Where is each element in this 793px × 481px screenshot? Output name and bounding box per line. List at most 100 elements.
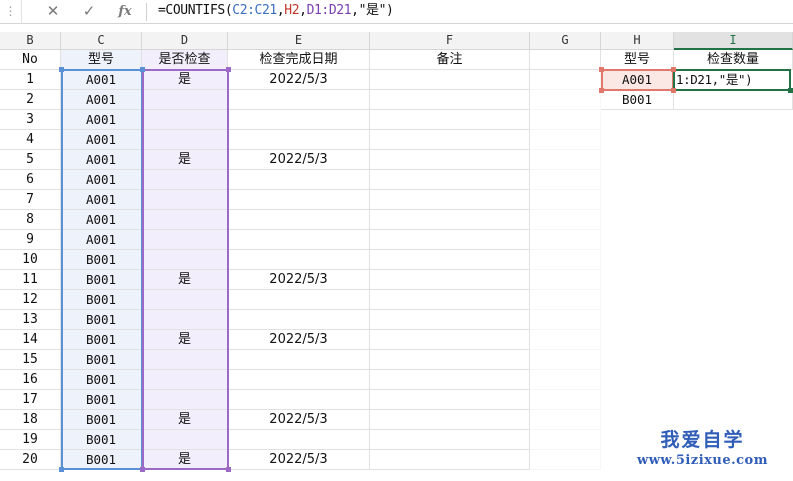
model-cell[interactable]: B001 (61, 450, 142, 470)
date-cell[interactable] (228, 230, 370, 250)
date-cell[interactable] (228, 130, 370, 150)
date-cell[interactable] (228, 370, 370, 390)
remark-cell[interactable] (370, 290, 530, 310)
model-cell[interactable]: B001 (61, 390, 142, 410)
row-number-cell[interactable]: 20 (0, 450, 61, 470)
grid-cell[interactable] (530, 110, 601, 130)
date-cell[interactable] (228, 190, 370, 210)
date-cell[interactable] (228, 170, 370, 190)
row-number-cell[interactable]: 12 (0, 290, 61, 310)
model-cell[interactable]: B001 (61, 310, 142, 330)
grid-cell[interactable] (530, 130, 601, 150)
remark-cell[interactable] (370, 130, 530, 150)
remark-cell[interactable] (370, 410, 530, 430)
range-handle[interactable] (671, 67, 676, 72)
header-cell[interactable]: 检查完成日期 (228, 50, 370, 70)
checked-cell[interactable] (142, 210, 228, 230)
column-header-b[interactable]: B (0, 32, 61, 50)
grid-cell[interactable] (530, 410, 601, 430)
remark-cell[interactable] (370, 390, 530, 410)
checked-cell[interactable] (142, 230, 228, 250)
range-handle[interactable] (226, 67, 231, 72)
checked-cell[interactable] (142, 310, 228, 330)
fill-handle[interactable] (788, 88, 793, 93)
date-cell[interactable] (228, 350, 370, 370)
row-number-cell[interactable]: 10 (0, 250, 61, 270)
model-cell[interactable]: A001 (61, 70, 142, 90)
remark-cell[interactable] (370, 330, 530, 350)
row-number-cell[interactable]: 6 (0, 170, 61, 190)
date-cell[interactable]: 2022/5/3 (228, 450, 370, 470)
grid-cell[interactable] (530, 350, 601, 370)
range-handle[interactable] (226, 467, 231, 472)
active-cell-editor[interactable]: 1:D21,"是") (675, 71, 789, 89)
model-cell[interactable]: B001 (61, 350, 142, 370)
row-number-cell[interactable]: 17 (0, 390, 61, 410)
enter-check-icon[interactable]: ✓ (72, 0, 106, 24)
remark-cell[interactable] (370, 230, 530, 250)
row-number-cell[interactable]: 7 (0, 190, 61, 210)
date-cell[interactable] (228, 210, 370, 230)
checked-cell[interactable]: 是 (142, 270, 228, 290)
model-cell[interactable]: B001 (61, 330, 142, 350)
checked-cell[interactable]: 是 (142, 330, 228, 350)
date-cell[interactable] (228, 250, 370, 270)
formula-input[interactable]: =COUNTIFS(C2:C21,H2,D1:D21,"是") (158, 0, 394, 24)
grid-cell[interactable] (530, 430, 601, 450)
checked-cell[interactable]: 是 (142, 150, 228, 170)
row-number-cell[interactable]: 15 (0, 350, 61, 370)
model-cell[interactable]: B001 (61, 430, 142, 450)
remark-cell[interactable] (370, 170, 530, 190)
range-handle[interactable] (59, 467, 64, 472)
grid-cell[interactable] (530, 310, 601, 330)
header-cell[interactable]: 是否检查 (142, 50, 228, 70)
remark-cell[interactable] (370, 110, 530, 130)
checked-cell[interactable] (142, 110, 228, 130)
grid-cell[interactable] (530, 90, 601, 110)
checked-cell[interactable] (142, 90, 228, 110)
model-cell[interactable]: A001 (61, 150, 142, 170)
column-header-h[interactable]: H (601, 32, 674, 50)
row-number-cell[interactable]: 8 (0, 210, 61, 230)
grid-cell[interactable] (530, 190, 601, 210)
checked-cell[interactable] (142, 250, 228, 270)
model-cell[interactable]: A001 (61, 230, 142, 250)
checked-cell[interactable]: 是 (142, 410, 228, 430)
grid-cell[interactable] (530, 370, 601, 390)
row-number-cell[interactable]: 5 (0, 150, 61, 170)
row-number-cell[interactable]: 9 (0, 230, 61, 250)
insert-function-icon[interactable]: fx (108, 0, 142, 24)
checked-cell[interactable]: 是 (142, 70, 228, 90)
grid-cell[interactable] (530, 210, 601, 230)
checked-cell[interactable] (142, 430, 228, 450)
summary-model-cell[interactable]: A001 (601, 70, 674, 90)
column-header-i[interactable]: I (674, 32, 793, 50)
model-cell[interactable]: A001 (61, 90, 142, 110)
remark-cell[interactable] (370, 370, 530, 390)
grid-cell[interactable] (530, 330, 601, 350)
grid-cell[interactable] (530, 450, 601, 470)
remark-cell[interactable] (370, 350, 530, 370)
row-number-cell[interactable]: 3 (0, 110, 61, 130)
range-handle[interactable] (599, 67, 604, 72)
date-cell[interactable] (228, 290, 370, 310)
remark-cell[interactable] (370, 190, 530, 210)
checked-cell[interactable] (142, 390, 228, 410)
column-header-f[interactable]: F (370, 32, 530, 50)
model-cell[interactable]: A001 (61, 210, 142, 230)
row-number-cell[interactable]: 1 (0, 70, 61, 90)
date-cell[interactable]: 2022/5/3 (228, 150, 370, 170)
model-cell[interactable]: B001 (61, 250, 142, 270)
row-number-cell[interactable]: 16 (0, 370, 61, 390)
model-cell[interactable]: B001 (61, 370, 142, 390)
column-header-c[interactable]: C (61, 32, 142, 50)
header-cell[interactable]: 备注 (370, 50, 530, 70)
model-cell[interactable]: B001 (61, 270, 142, 290)
formula-bar-grip-icon[interactable]: ⋮ (0, 0, 22, 24)
checked-cell[interactable] (142, 290, 228, 310)
checked-cell[interactable] (142, 370, 228, 390)
summary-header-count[interactable]: 检查数量 (674, 50, 793, 70)
remark-cell[interactable] (370, 270, 530, 290)
summary-model-cell[interactable]: B001 (601, 90, 674, 110)
model-cell[interactable]: A001 (61, 170, 142, 190)
